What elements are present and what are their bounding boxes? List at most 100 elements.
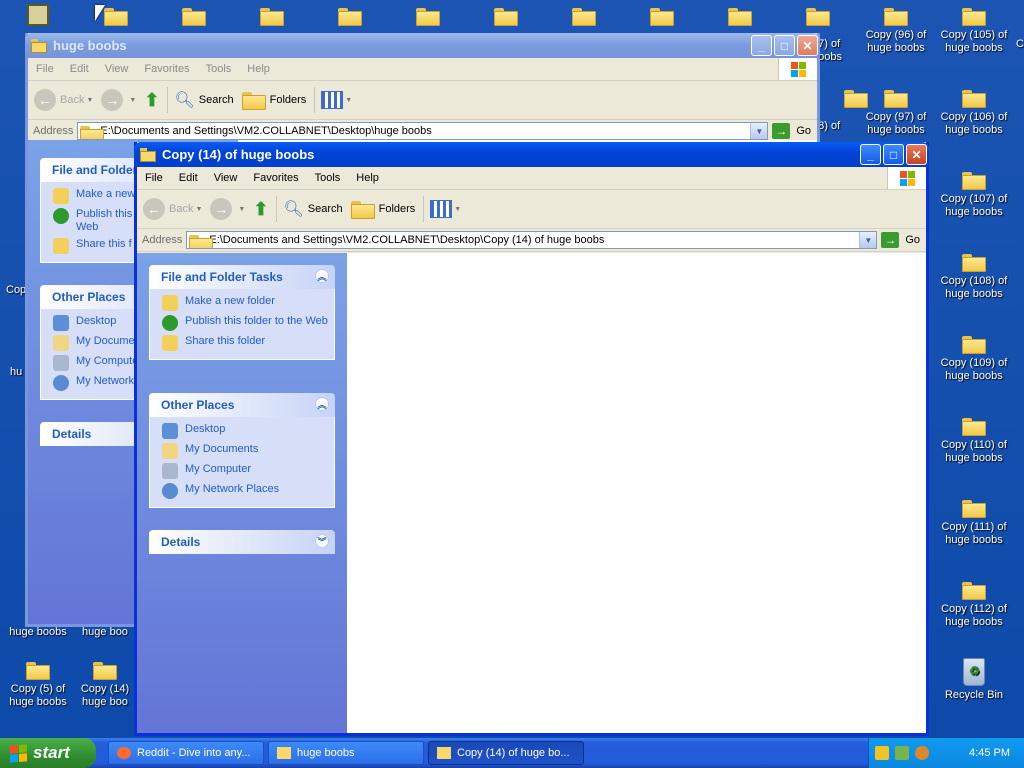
clock[interactable]: 4:45 PM <box>969 747 1010 759</box>
up-folder-button[interactable]: ⬆ <box>144 90 159 111</box>
folders-button[interactable]: Folders <box>350 199 415 219</box>
minimize-button[interactable]: _ <box>860 144 881 165</box>
desktop-icon-my-computer[interactable] <box>0 4 76 26</box>
folder-icon <box>806 6 830 26</box>
desktop-folder-icon[interactable] <box>78 6 154 29</box>
desktop-folder-copy-5[interactable]: Copy (5) of huge boobs <box>0 660 76 709</box>
front-window-titlebar[interactable]: Copy (14) of huge boobs _ □ ✕ <box>134 142 929 167</box>
menu-tools[interactable]: Tools <box>198 63 240 75</box>
desktop-folder-copy-112[interactable]: Copy (112) of huge boobs <box>936 580 1012 629</box>
go-button[interactable]: → Go <box>772 123 811 139</box>
close-button[interactable]: ✕ <box>906 144 927 165</box>
go-button[interactable]: → Go <box>881 232 920 248</box>
desktop-folder-icon[interactable] <box>468 6 544 29</box>
back-window-titlebar[interactable]: huge boobs _ □ ✕ <box>25 33 820 58</box>
desktop-folder-icon[interactable] <box>624 6 700 29</box>
forward-button[interactable]: → ▼ <box>210 198 245 220</box>
menu-edit[interactable]: Edit <box>171 172 206 184</box>
folder-icon <box>260 6 284 26</box>
place-desktop[interactable]: Desktop <box>162 423 334 439</box>
address-dropdown-button[interactable]: ▼ <box>859 232 877 248</box>
desktop-folder-copy-105[interactable]: Copy (105) of huge boobs <box>936 6 1012 55</box>
file-list-area[interactable] <box>347 253 926 733</box>
back-arrow-icon: ← <box>143 198 165 220</box>
network-icon[interactable] <box>895 746 909 760</box>
toolbar: ← Back ▼ → ▼ ⬆ 🔍︎ Search Folders ▼ <box>137 190 926 229</box>
share-folder-icon <box>162 335 178 351</box>
back-button[interactable]: ← Back ▼ <box>143 198 202 220</box>
menu-file[interactable]: File <box>28 63 62 75</box>
panel-header[interactable]: Other Places ︽ <box>149 393 335 417</box>
back-button[interactable]: ← Back ▼ <box>34 89 93 111</box>
network-places-icon <box>53 375 69 391</box>
views-button[interactable]: ▼ <box>430 200 461 218</box>
menu-view[interactable]: View <box>97 63 137 75</box>
menu-view[interactable]: View <box>206 172 246 184</box>
menu-file[interactable]: File <box>137 172 171 184</box>
forward-button[interactable]: → ▼ <box>101 89 136 111</box>
my-documents-icon <box>53 335 69 351</box>
desktop-folder-copy-96[interactable]: Copy (96) of huge boobs <box>858 6 934 55</box>
task-make-new-folder[interactable]: Make a new folder <box>162 295 334 311</box>
desktop-folder-copy-109[interactable]: Copy (109) of huge boobs <box>936 334 1012 383</box>
search-icon: 🔍︎ <box>283 201 304 218</box>
taskbar-item-reddit[interactable]: Reddit - Dive into any... <box>108 741 264 765</box>
folder-icon <box>140 147 156 162</box>
maximize-button[interactable]: □ <box>883 144 904 165</box>
desktop-folder-copy-110[interactable]: Copy (110) of huge boobs <box>936 416 1012 465</box>
menu-favorites[interactable]: Favorites <box>136 63 197 75</box>
minimize-button[interactable]: _ <box>751 35 772 56</box>
task-share-folder[interactable]: Share this folder <box>162 335 334 351</box>
views-button[interactable]: ▼ <box>321 91 352 109</box>
menu-favorites[interactable]: Favorites <box>245 172 306 184</box>
address-dropdown-button[interactable]: ▼ <box>750 123 768 139</box>
desktop-folder-copy-111[interactable]: Copy (111) of huge boobs <box>936 498 1012 547</box>
collapse-chevron-icon[interactable]: ︽ <box>315 397 329 411</box>
desktop-folder-label-partial[interactable]: huge boobs <box>0 626 76 639</box>
address-input[interactable]: E:\Documents and Settings\VM2.COLLABNET\… <box>77 122 769 140</box>
start-button[interactable]: start <box>0 738 96 768</box>
folders-button[interactable]: Folders <box>241 90 306 110</box>
folder-icon <box>962 498 986 518</box>
desktop-folder-label-partial[interactable]: huge boo <box>78 626 132 639</box>
menu-help[interactable]: Help <box>348 172 387 184</box>
desktop-folder-copy-14[interactable]: Copy (14) huge boo <box>78 660 132 709</box>
taskbar-item-huge-boobs[interactable]: huge boobs <box>268 741 424 765</box>
place-my-documents[interactable]: My Documents <box>162 443 334 459</box>
desktop-folder-icon[interactable] <box>312 6 388 29</box>
place-my-network-places[interactable]: My Network Places <box>162 483 334 499</box>
taskbar-item-copy-14[interactable]: Copy (14) of huge bo... <box>428 741 584 765</box>
desktop-folder-copy-97[interactable]: Copy (97) of huge boobs <box>858 88 934 137</box>
address-input[interactable]: E:\Documents and Settings\VM2.COLLABNET\… <box>186 231 878 249</box>
desktop-folder-icon[interactable] <box>234 6 310 29</box>
panel-header[interactable]: Details ︾ <box>149 530 335 554</box>
maximize-button[interactable]: □ <box>774 35 795 56</box>
desktop-folder-icon[interactable] <box>546 6 622 29</box>
menubar: File Edit View Favorites Tools Help <box>28 58 817 81</box>
search-icon[interactable] <box>915 746 929 760</box>
collapse-chevron-icon[interactable]: ︽ <box>315 269 329 283</box>
desktop-recycle-bin[interactable]: ♻ Recycle Bin <box>936 658 1012 702</box>
place-my-computer[interactable]: My Computer <box>162 463 334 479</box>
menu-tools[interactable]: Tools <box>307 172 349 184</box>
security-shield-icon[interactable] <box>875 746 889 760</box>
task-publish-folder[interactable]: Publish this folder to the Web <box>162 315 334 331</box>
my-computer-icon <box>53 355 69 371</box>
desktop-folder-copy-106[interactable]: Copy (106) of huge boobs <box>936 88 1012 137</box>
desktop-folder-icon[interactable] <box>156 6 232 29</box>
panel-header[interactable]: File and Folder Tasks ︽ <box>149 265 335 289</box>
menu-edit[interactable]: Edit <box>62 63 97 75</box>
menu-help[interactable]: Help <box>239 63 278 75</box>
desktop-folder-copy-107[interactable]: Copy (107) of huge boobs <box>936 170 1012 219</box>
my-computer-icon <box>162 463 178 479</box>
desktop-folder-icon[interactable] <box>780 6 856 29</box>
desktop-folder-icon[interactable] <box>390 6 466 29</box>
expand-chevron-icon[interactable]: ︾ <box>315 534 329 548</box>
close-button[interactable]: ✕ <box>797 35 818 56</box>
search-button[interactable]: 🔍︎ Search <box>283 199 342 219</box>
front-explorer-window[interactable]: Copy (14) of huge boobs _ □ ✕ File Edit … <box>134 142 929 736</box>
desktop-folder-copy-108[interactable]: Copy (108) of huge boobs <box>936 252 1012 301</box>
up-folder-button[interactable]: ⬆ <box>253 199 268 220</box>
search-button[interactable]: 🔍︎ Search <box>174 90 233 110</box>
desktop-folder-icon[interactable] <box>702 6 778 29</box>
